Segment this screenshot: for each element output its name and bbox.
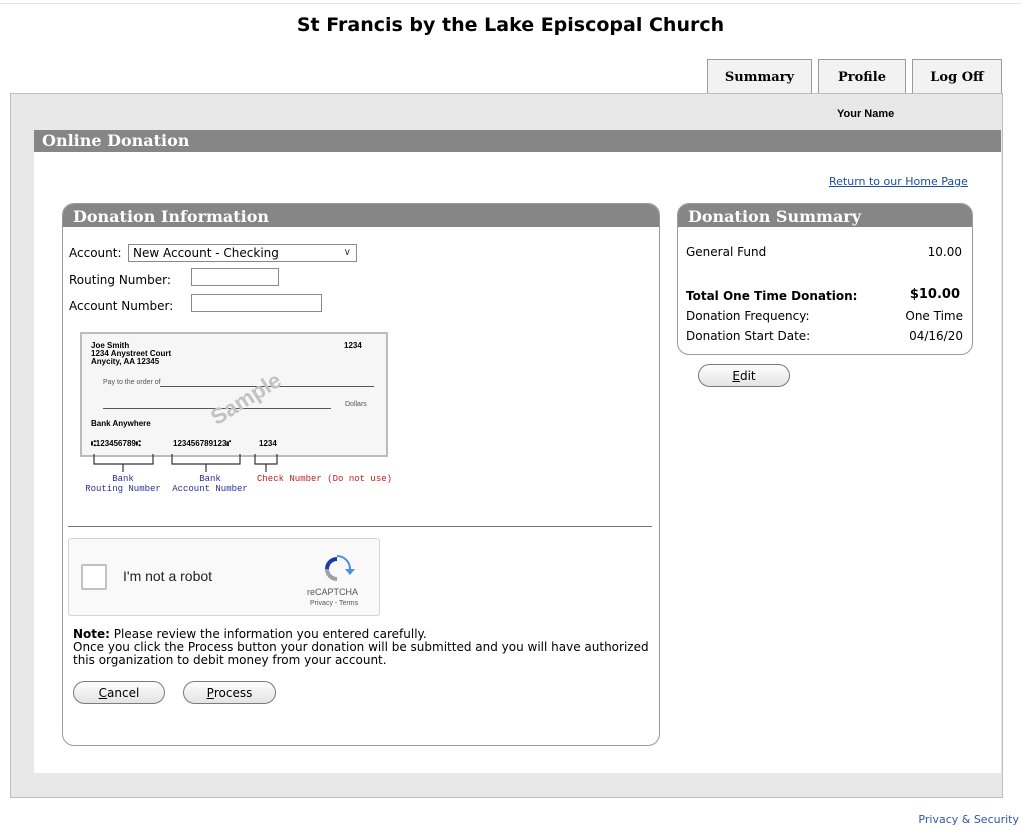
account-select-value: New Account - Checking (133, 246, 279, 260)
process-accesskey: P (206, 685, 214, 700)
donation-frequency-value: One Time (905, 309, 963, 323)
edit-button[interactable]: Edit (698, 364, 790, 387)
note-bold: Note: (73, 627, 110, 641)
cancel-label: ancel (107, 685, 140, 700)
check-dollars: Dollars (345, 401, 367, 408)
recaptcha-icon (325, 555, 355, 581)
total-donation-value: $10.00 (909, 287, 960, 302)
recaptcha-terms-link[interactable]: Privacy - Terms (310, 600, 358, 607)
cancel-button[interactable]: Cancel (73, 681, 165, 704)
note-text: Note: Please review the information you … (73, 628, 653, 667)
total-donation-label: Total One Time Donation: (686, 289, 858, 303)
home-page-link[interactable]: Return to our Home Page (829, 175, 968, 188)
recaptcha-checkbox[interactable] (81, 564, 107, 590)
edit-label: dit (739, 368, 756, 383)
recaptcha-brand: reCAPTCHA (307, 587, 359, 597)
check-address-2: Anycity, AA 12345 (91, 357, 160, 366)
privacy-security-link[interactable]: Privacy & Security (918, 813, 1019, 826)
sample-check-image: Joe Smith 1234 Anystreet Court Anycity, … (80, 332, 388, 457)
account-label: Account: (69, 246, 122, 260)
note-line-1: Please review the information you entere… (109, 627, 427, 641)
donation-summary-title: Donation Summary (678, 204, 972, 227)
general-fund-label: General Fund (686, 245, 767, 259)
check-micr-routing: ⑆123456789⑆ (91, 439, 141, 448)
tab-log-off[interactable]: Log Off (912, 59, 1002, 94)
check-pay-to: Pay to the order of (103, 379, 161, 386)
routing-bracket (93, 454, 154, 472)
account-number-label: Account Number: (69, 299, 174, 313)
note-line-2: Once you click the Process button your d… (73, 640, 649, 667)
donation-start-date-label: Donation Start Date: (686, 329, 811, 343)
check-watermark: Sample (206, 367, 286, 430)
recaptcha-widget: I'm not a robot reCAPTCHA Privacy - Term… (68, 538, 380, 616)
check-micr-number: 1234 (259, 439, 277, 448)
caption-check-number: Check Number (Do not use) (257, 474, 393, 484)
check-micr-account: 123456789123⑈ (173, 439, 232, 448)
account-bracket (171, 454, 241, 472)
cancel-accesskey: C (98, 685, 108, 700)
caption-routing-number: Bank Routing Number (85, 474, 161, 494)
routing-number-input[interactable] (191, 268, 279, 286)
user-name: Your Name (837, 108, 895, 120)
top-border (0, 0, 1021, 4)
edit-accesskey: E (732, 368, 740, 383)
routing-number-label: Routing Number: (69, 273, 171, 287)
tab-profile[interactable]: Profile (818, 59, 906, 94)
tab-summary[interactable]: Summary (707, 59, 812, 94)
donation-information-title: Donation Information (63, 204, 659, 227)
page-title: Online Donation (34, 130, 1001, 152)
account-select[interactable]: New Account - Checking ∨ (128, 244, 357, 262)
chevron-down-icon: ∨ (343, 247, 351, 258)
donation-frequency-label: Donation Frequency: (686, 309, 810, 323)
general-fund-value: 10.00 (927, 245, 962, 259)
check-number-text: 1234 (344, 341, 362, 350)
donation-start-date-value: 04/16/20 (909, 329, 963, 343)
recaptcha-label: I'm not a robot (123, 568, 213, 584)
caption-account-number: Bank Account Number (172, 474, 248, 494)
account-number-input[interactable] (191, 294, 322, 312)
section-divider (68, 526, 652, 527)
process-label: rocess (213, 685, 253, 700)
check-brackets (93, 454, 278, 472)
process-button[interactable]: Process (183, 681, 276, 704)
check-bank-name: Bank Anywhere (91, 419, 151, 428)
site-title: St Francis by the Lake Episcopal Church (296, 14, 725, 36)
check-number-bracket (254, 454, 278, 472)
